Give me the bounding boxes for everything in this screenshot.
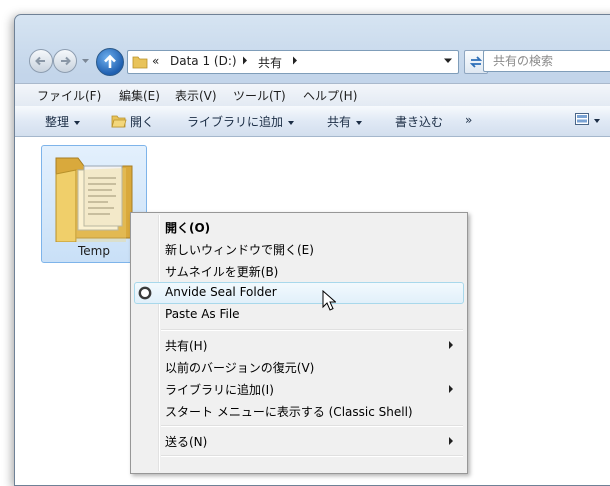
command-bar: 整理 開く ライブラリに追加 共有 書き込む » xyxy=(15,106,610,137)
menu-bar: ファイル(F) 編集(E) 表示(V) ツール(T) ヘルプ(H) xyxy=(15,83,610,106)
address-bar[interactable]: « Data 1 (D:) 共有 xyxy=(127,50,459,74)
menu-item-open-new-window[interactable]: 新しいウィンドウで開く(E) xyxy=(165,241,314,258)
mouse-cursor-icon xyxy=(322,290,336,311)
add-to-library-label: ライブラリに追加 xyxy=(187,115,284,129)
dropdown-arrow-icon xyxy=(356,120,363,125)
open-folder-icon xyxy=(111,115,127,128)
folder-icon xyxy=(55,157,133,242)
menu-item-refresh-thumbnail[interactable]: サムネイルを更新(B) xyxy=(165,263,278,280)
forward-arrow-icon xyxy=(61,56,71,66)
menu-item-add-to-library[interactable]: ライブラリに追加(I) xyxy=(165,381,274,398)
menu-separator xyxy=(161,455,463,457)
forward-button[interactable] xyxy=(53,49,77,73)
menu-item-paste-as-file[interactable]: Paste As File xyxy=(165,307,240,321)
menu-item-share[interactable]: 共有(H) xyxy=(165,337,207,354)
menu-icon-gutter xyxy=(158,215,160,471)
submenu-arrow-icon xyxy=(449,437,453,445)
share-button[interactable]: 共有 xyxy=(327,113,363,130)
open-button[interactable]: 開く xyxy=(111,113,154,130)
menu-view[interactable]: 表示(V) xyxy=(175,87,217,104)
dropdown-arrow-icon xyxy=(288,120,295,125)
address-separator-icon[interactable] xyxy=(242,56,248,65)
submenu-arrow-icon xyxy=(449,341,453,349)
share-label: 共有 xyxy=(327,115,352,129)
view-options-button[interactable] xyxy=(575,113,600,127)
menu-item-send-to[interactable]: 送る(N) xyxy=(165,433,207,450)
back-arrow-icon xyxy=(35,56,45,66)
menu-item-show-in-start-menu[interactable]: スタート メニューに表示する (Classic Shell) xyxy=(165,403,413,420)
menu-item-restore-previous-versions[interactable]: 以前のバージョンの復元(V) xyxy=(165,359,314,376)
address-segment-drive[interactable]: Data 1 (D:) xyxy=(170,54,237,68)
open-label: 開く xyxy=(130,115,155,129)
menu-file[interactable]: ファイル(F) xyxy=(37,87,101,104)
menu-help[interactable]: ヘルプ(H) xyxy=(303,87,357,104)
seal-folder-icon xyxy=(138,286,152,300)
address-segment-folder[interactable]: 共有 xyxy=(258,54,282,71)
navigation-bar: « Data 1 (D:) 共有 共有の検索 xyxy=(27,45,610,79)
refresh-icon xyxy=(469,56,483,68)
back-button[interactable] xyxy=(29,49,53,73)
view-options-icon xyxy=(575,113,589,125)
folder-icon xyxy=(132,56,148,69)
menu-tools[interactable]: ツール(T) xyxy=(233,87,286,104)
dropdown-arrow-icon xyxy=(74,120,81,125)
search-input[interactable]: 共有の検索 xyxy=(483,50,610,72)
recent-pages-dropdown-icon[interactable] xyxy=(81,57,90,65)
menu-separator xyxy=(161,329,463,331)
organize-label: 整理 xyxy=(45,115,70,129)
address-separator-icon[interactable] xyxy=(292,56,298,65)
menu-separator xyxy=(161,425,463,427)
menu-item-open[interactable]: 開く(O) xyxy=(165,219,210,236)
submenu-arrow-icon xyxy=(449,385,453,393)
menu-item-anvide-seal-folder[interactable]: Anvide Seal Folder xyxy=(165,285,277,299)
address-overflow[interactable]: « xyxy=(152,54,159,68)
more-commands-button[interactable]: » xyxy=(465,113,472,127)
menu-edit[interactable]: 編集(E) xyxy=(119,87,160,104)
organize-button[interactable]: 整理 xyxy=(45,113,81,130)
dropdown-arrow-icon xyxy=(594,118,600,123)
burn-button[interactable]: 書き込む xyxy=(395,113,443,130)
add-to-library-button[interactable]: ライブラリに追加 xyxy=(187,113,295,130)
context-menu: 開く(O) 新しいウィンドウで開く(E) サムネイルを更新(B) Anvide … xyxy=(130,212,468,474)
up-arrow-icon xyxy=(104,54,116,68)
address-dropdown-icon[interactable] xyxy=(444,58,452,64)
up-folder-button[interactable] xyxy=(96,48,124,76)
